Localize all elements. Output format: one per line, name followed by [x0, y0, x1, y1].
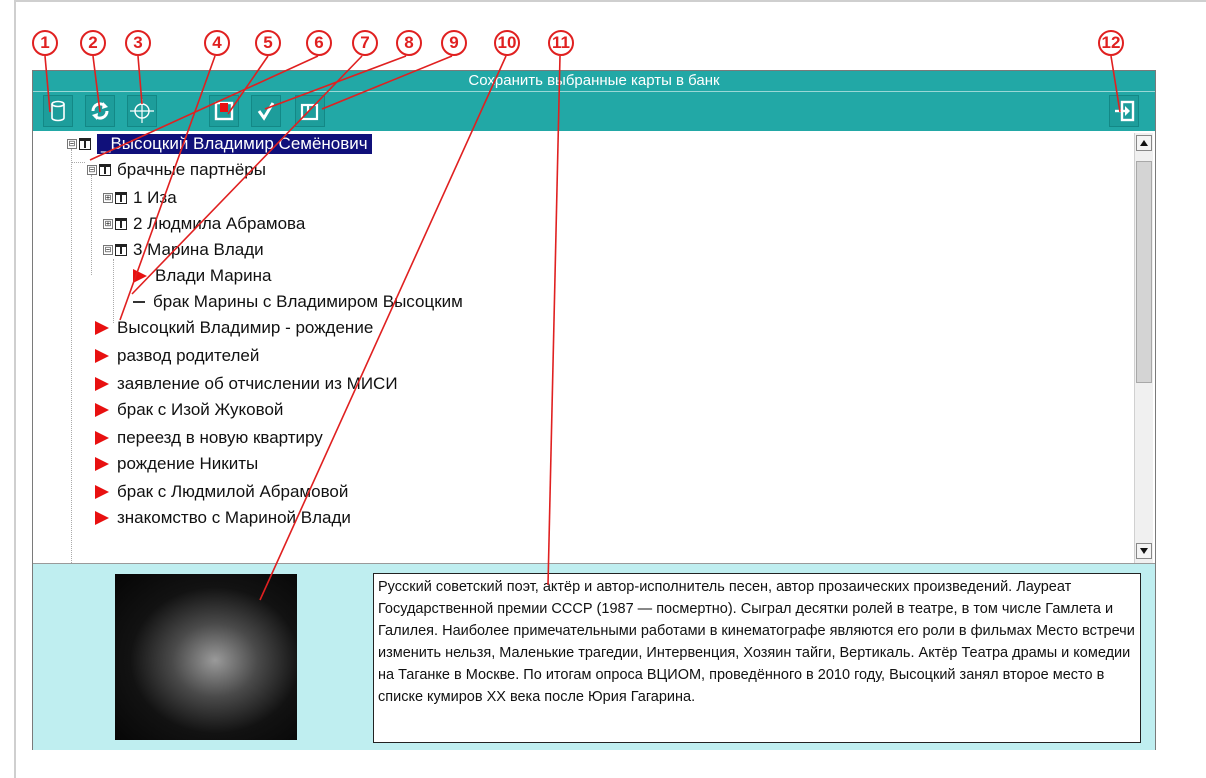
- tree-event-label: рождение Никиты: [117, 454, 259, 473]
- card-icon: [99, 164, 111, 176]
- event-arrow-icon: [95, 349, 109, 363]
- target-icon: [130, 99, 154, 123]
- event-arrow-icon: [95, 457, 109, 471]
- expand-toggle[interactable]: ⊞: [103, 193, 113, 203]
- event-arrow-icon: [95, 377, 109, 391]
- tree-event[interactable]: Высоцкий Владимир - рождение: [95, 315, 373, 341]
- event-arrow-icon: [133, 269, 147, 283]
- tree-event-label: заявление об отчислении из МИСИ: [117, 374, 398, 393]
- callout-7: 7: [352, 30, 378, 56]
- target-button[interactable]: [127, 95, 157, 127]
- database-button[interactable]: [43, 95, 73, 127]
- tree-event-label: брак с Изой Жуковой: [117, 400, 284, 419]
- refresh-icon: [91, 102, 109, 120]
- expand-toggle[interactable]: ⊟: [103, 245, 113, 255]
- tree-node-label: 3 Марина Влади: [133, 240, 264, 259]
- tree-event[interactable]: переезд в новую квартиру: [95, 425, 323, 451]
- details-panel: Русский советский поэт, актёр и автор-ис…: [33, 563, 1155, 750]
- scroll-thumb[interactable]: [1136, 161, 1152, 383]
- tree-node-partner-1[interactable]: ⊞ 1 Иза: [103, 185, 177, 211]
- event-arrow-icon: [95, 511, 109, 525]
- tree-node-label: брак Марины с Владимиром Высоцким: [153, 292, 463, 311]
- tree-node-label: 2 Людмила Абрамова: [133, 214, 306, 233]
- tree-node-partner3-marriage[interactable]: брак Марины с Владимиром Высоцким: [133, 289, 463, 315]
- card-icon: [115, 192, 127, 204]
- tree-event[interactable]: брак с Людмилой Абрамовой: [95, 479, 348, 505]
- expand-toggle[interactable]: ⊞: [103, 219, 113, 229]
- callout-12: 12: [1098, 30, 1124, 56]
- database-icon: [51, 100, 65, 122]
- tree-root-label: _Высоцкий Владимир Семёнович: [97, 134, 372, 154]
- dash-icon: [133, 301, 145, 303]
- callout-4: 4: [204, 30, 230, 56]
- tree-node-label: брачные партнёры: [117, 160, 266, 179]
- toolbar: [33, 91, 1155, 131]
- event-arrow-icon: [95, 485, 109, 499]
- tree-node-partners[interactable]: ⊟ брачные партнёры: [87, 157, 266, 183]
- card-icon: [115, 218, 127, 230]
- save-selected-button[interactable]: [295, 95, 325, 127]
- tree-event-label: Высоцкий Владимир - рождение: [117, 318, 374, 337]
- tree-event[interactable]: знакомство с Мариной Влади: [95, 505, 351, 531]
- tree-event-label: знакомство с Мариной Влади: [117, 508, 351, 527]
- portrait-photo: [115, 574, 297, 740]
- app-window: Сохранить выбранные карты в банк ⊟ _Высо…: [32, 70, 1156, 750]
- callout-2: 2: [80, 30, 106, 56]
- tree-scrollbar[interactable]: [1134, 133, 1153, 563]
- tree-event[interactable]: рождение Никиты: [95, 451, 258, 477]
- scroll-up-button[interactable]: [1136, 135, 1152, 151]
- event-arrow-icon: [95, 431, 109, 445]
- check-button[interactable]: [251, 95, 281, 127]
- tree-event-label: брак с Людмилой Абрамовой: [117, 482, 349, 501]
- tree-node-partner3-person[interactable]: Влади Марина: [133, 263, 271, 289]
- callout-5: 5: [255, 30, 281, 56]
- tree-node-label: 1 Иза: [133, 188, 177, 207]
- tree-event-label: развод родителей: [117, 346, 260, 365]
- save-card-icon: [214, 101, 234, 121]
- callout-6: 6: [306, 30, 332, 56]
- event-arrow-icon: [95, 321, 109, 335]
- tree-event[interactable]: брак с Изой Жуковой: [95, 397, 283, 423]
- save-card-button[interactable]: [209, 95, 239, 127]
- triangle-up-icon: [1140, 140, 1148, 146]
- tree-root-node[interactable]: ⊟ _Высоцкий Владимир Семёнович: [67, 131, 372, 157]
- event-arrow-icon: [95, 403, 109, 417]
- triangle-down-icon: [1140, 548, 1148, 554]
- tree-event-label: переезд в новую квартиру: [117, 428, 323, 447]
- callout-3: 3: [125, 30, 151, 56]
- scroll-down-button[interactable]: [1136, 543, 1152, 559]
- save-selected-icon: [300, 103, 319, 121]
- card-icon: [79, 138, 91, 150]
- tree-event[interactable]: заявление об отчислении из МИСИ: [95, 371, 398, 397]
- card-tree[interactable]: ⊟ _Высоцкий Владимир Семёнович ⊟ брачные…: [33, 131, 1127, 563]
- exit-button[interactable]: [1109, 95, 1139, 127]
- exit-icon: [1115, 100, 1135, 122]
- tree-node-label: Влади Марина: [155, 266, 272, 285]
- callout-10: 10: [494, 30, 520, 56]
- callout-9: 9: [441, 30, 467, 56]
- refresh-button[interactable]: [85, 95, 115, 127]
- callout-11: 11: [548, 30, 574, 56]
- card-icon: [115, 244, 127, 256]
- tree-node-partner-2[interactable]: ⊞ 2 Людмила Абрамова: [103, 211, 305, 237]
- description-text: Русский советский поэт, актёр и автор-ис…: [373, 573, 1141, 743]
- expand-toggle[interactable]: ⊟: [67, 139, 77, 149]
- callout-8: 8: [396, 30, 422, 56]
- callout-1: 1: [32, 30, 58, 56]
- window-title: Сохранить выбранные карты в банк: [33, 71, 1155, 91]
- tree-event[interactable]: развод родителей: [95, 343, 259, 369]
- expand-toggle[interactable]: ⊟: [87, 165, 97, 175]
- checkmark-icon: [257, 102, 275, 121]
- tree-node-partner-3[interactable]: ⊟ 3 Марина Влади: [103, 237, 264, 263]
